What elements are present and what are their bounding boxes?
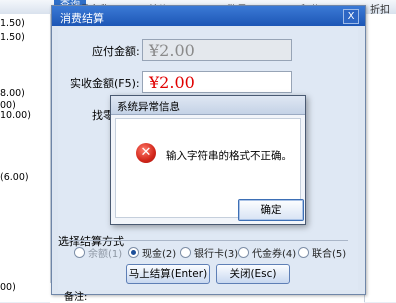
received-input[interactable]: ¥2.00 xyxy=(142,71,292,93)
error-x-icon: ✕ xyxy=(136,143,156,163)
error-titlebar: 系统异常信息 xyxy=(111,96,305,115)
remark-label: 备注: xyxy=(64,292,88,303)
list-item: 1.50) xyxy=(0,18,25,29)
dialog-titlebar: 消费结算 X xyxy=(52,6,365,26)
dialog-title: 消费结算 xyxy=(60,12,104,25)
radio-voucher[interactable]: 代金券(4) xyxy=(238,245,296,260)
radio-label: 代金券(4) xyxy=(252,249,297,260)
close-button[interactable]: 关闭(Esc) xyxy=(216,264,290,284)
close-icon[interactable]: X xyxy=(343,9,359,24)
radio-button[interactable] xyxy=(128,247,139,258)
radio-button[interactable] xyxy=(238,247,249,258)
radio-button[interactable] xyxy=(298,247,309,258)
radio-button[interactable] xyxy=(180,247,191,258)
error-dialog: 系统异常信息 ✕ 输入字符串的格式不正确。 确定 xyxy=(110,95,306,225)
payable-field: ¥2.00 xyxy=(142,39,292,61)
error-body: ✕ 输入字符串的格式不正确。 确定 xyxy=(115,118,304,221)
received-label: 实收金额(F5): xyxy=(70,77,140,90)
radio-bank-card[interactable]: 银行卡(3) xyxy=(180,245,238,260)
radio-combined[interactable]: 联合(5) xyxy=(298,245,346,260)
list-item: 8.00) xyxy=(0,88,25,99)
ok-button[interactable]: 确定 xyxy=(238,199,304,221)
radio-cash[interactable]: 现金(2) xyxy=(128,245,176,260)
radio-label: 联合(5) xyxy=(312,249,347,260)
list-item: 00) xyxy=(0,282,16,293)
list-item: 10.00) xyxy=(0,110,31,121)
radio-label: 现金(2) xyxy=(142,249,177,260)
background-left-list: 1.50) 1.50) 8.00) 00) 10.00) (6.00) 00) xyxy=(0,14,51,302)
error-title: 系统异常信息 xyxy=(117,101,180,113)
radio-button[interactable] xyxy=(74,247,85,258)
radio-label: 余额(1) xyxy=(88,249,123,260)
radio-label: 银行卡(3) xyxy=(194,249,239,260)
payable-label: 应付金额: xyxy=(92,45,140,58)
settle-now-button[interactable]: 马上结算(Enter) xyxy=(126,264,210,284)
list-item: (6.00) xyxy=(0,172,29,183)
error-message: 输入字符串的格式不正确。 xyxy=(166,150,292,162)
background-right-panel xyxy=(364,14,396,302)
list-item: 1.50) xyxy=(0,32,25,43)
radio-balance[interactable]: 余额(1) xyxy=(74,245,122,260)
